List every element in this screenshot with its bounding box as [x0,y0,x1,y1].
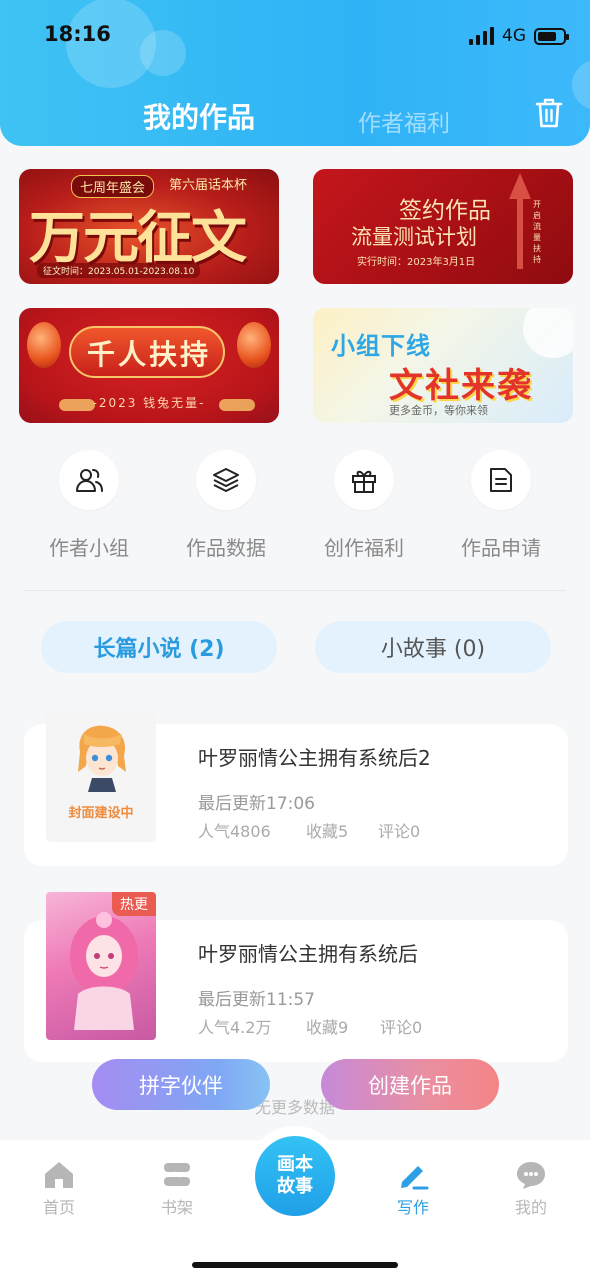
battery-icon [534,27,569,45]
work-favorites: 收藏5 [306,822,349,841]
tab-me[interactable]: 我的 [491,1158,571,1218]
word-partner-button[interactable]: 拼字伙伴 [92,1059,270,1110]
signal-icon [469,27,494,45]
work-favorites: 收藏9 [306,1018,349,1037]
banner-title: 万元征文 [29,205,247,271]
banner-traffic-plan[interactable]: 签约作品 流量测试计划 实行时间：2023年3月1日 开启流量扶持 [313,169,573,284]
banner-line1: 小组下线 [331,332,431,360]
work-updated: 最后更新11:57 [198,990,315,1010]
work-data-label: 作品数据 [186,536,266,560]
author-group-button[interactable] [59,450,119,510]
tab-me-label: 我的 [514,1198,547,1217]
no-more-data-text: 无更多数据 [254,1098,335,1117]
tab-my-works[interactable]: 我的作品 [143,96,255,136]
trash-icon[interactable] [534,97,564,129]
work-cover[interactable]: 热更 [46,892,156,1040]
creation-benefits-button[interactable] [334,450,394,510]
create-work-button[interactable]: 创建作品 [321,1059,499,1110]
tab-bookshelf[interactable]: 书架 [137,1158,217,1218]
banner-line2: 流量测试计划 [351,225,477,249]
users-icon [76,469,103,492]
status-icons: 4G [469,26,569,46]
tab-home-label: 首页 [42,1198,75,1217]
work-data-button[interactable] [196,450,256,510]
character-cover-icon [70,912,138,1030]
work-title: 叶罗丽情公主拥有系统后 [198,942,418,966]
document-icon [490,468,512,492]
banner-title: 千人扶持 [86,338,211,371]
hot-update-badge: 热更 [112,892,156,916]
banner-line3: 实行时间：2023年3月1日 [357,257,476,268]
banner-thousand-support[interactable]: 千人扶持 -2023 钱兔无量- [19,308,279,423]
center-tab-line1: 画本 [277,1154,313,1175]
rocket-icon [509,173,531,269]
cloud-icon [59,399,95,411]
status-time: 18:16 [44,22,111,46]
tab-write[interactable]: 写作 [373,1158,453,1218]
header-bar: 18:16 4G 我的作品 作者福利 [0,0,590,146]
tab-home[interactable]: 首页 [19,1158,99,1218]
work-application-button[interactable] [471,450,531,510]
tab-author-benefits[interactable]: 作者福利 [358,104,450,138]
work-cover[interactable]: 封面建设中 [46,712,156,842]
work-comments: 评论0 [378,822,421,841]
work-application-label: 作品申请 [461,536,541,560]
cloud-icon [219,399,255,411]
work-popularity: 人气4.2万 [198,1018,272,1037]
network-label: 4G [502,26,526,46]
layers-icon [213,468,239,492]
divider [24,590,566,591]
author-group-label: 作者小组 [49,536,129,560]
center-tab-line2: 故事 [277,1176,313,1197]
creation-benefits-label: 创作福利 [324,536,404,560]
chat-bubble-icon [517,1162,545,1189]
pen-icon [401,1166,429,1190]
work-comments: 评论0 [380,1018,423,1037]
tab-picture-story[interactable]: 画本 故事 [255,1136,335,1216]
banner-line1: 签约作品 [399,198,491,224]
banner-essay-contest[interactable]: 七周年盛会 第六届话本杯 万元征文 征文时间：2023.05.01-2023.0… [19,169,279,284]
tab-novels[interactable]: 长篇小说 (2) [41,621,277,673]
work-title: 叶罗丽情公主拥有系统后2 [198,746,431,770]
tab-short-stories[interactable]: 小故事 (0) [315,621,551,673]
banner-subtitle: 第六届话本杯 [169,178,248,193]
tab-write-label: 写作 [396,1198,429,1217]
banner-line3: 更多金币，等你来领 [389,404,488,417]
banner-line2: 文社来袭 [389,366,533,406]
cover-placeholder-text: 封面建设中 [68,806,134,821]
banner-literary-club[interactable]: 小组下线 文社来袭 更多金币，等你来领 [313,308,573,423]
work-popularity: 人气4806 [198,822,271,841]
decor-bubble [140,30,186,76]
gift-icon [352,470,376,493]
tab-bookshelf-label: 书架 [160,1198,193,1217]
home-icon [45,1162,73,1188]
bookshelf-icon [164,1163,190,1186]
character-avatar-icon [78,725,126,792]
banner-vertical-text: 开启流量扶持 [533,200,541,264]
home-indicator [192,1262,398,1268]
decor-glow [523,308,573,358]
banner-date: 征文时间：2023.05.01-2023.08.10 [37,263,201,278]
work-updated: 最后更新17:06 [198,794,315,814]
decor-bubble [572,60,590,110]
